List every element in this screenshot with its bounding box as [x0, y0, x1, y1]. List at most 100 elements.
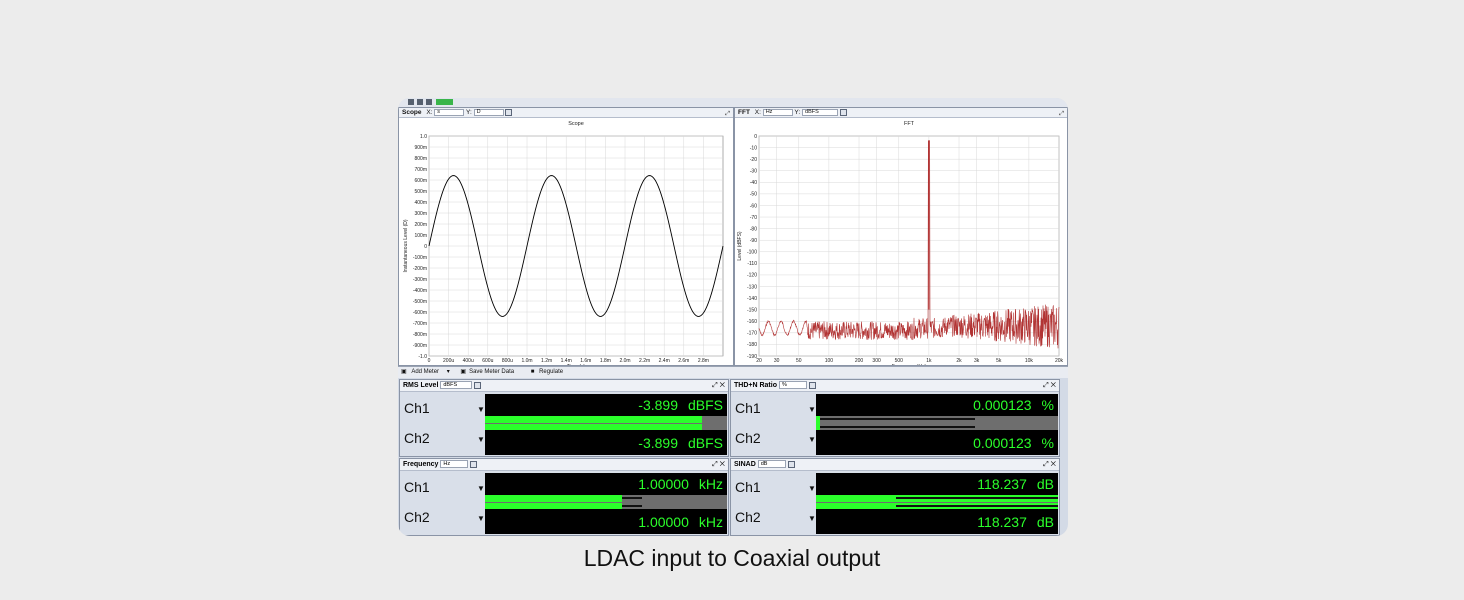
meter-title: Frequency — [403, 461, 439, 468]
scope-x-label: X: — [426, 109, 433, 116]
save-icon[interactable] — [426, 99, 432, 105]
meter-options-button[interactable] — [470, 460, 478, 468]
y-tick-label: -300m — [413, 277, 427, 283]
y-tick-label: 300m — [414, 211, 427, 217]
x-tick-label: 2.2m — [639, 358, 650, 364]
ch2-readout: 0.000123% — [973, 435, 1054, 451]
meter-unit-select[interactable]: dBFS — [440, 381, 473, 390]
ch1-value: 118.237 — [977, 476, 1027, 492]
ch1-dropdown-icon[interactable]: ▼ — [808, 484, 816, 493]
analyzer-window: Scope X: s Y: D ⤢ Scope 1.0 900m 800m 700m 60… — [398, 98, 1068, 536]
ch2-peak-marker — [820, 426, 975, 428]
x-tick-label: 10k — [1025, 358, 1034, 364]
x-tick-label: 30 — [774, 358, 780, 364]
scope-y-unit-select[interactable]: D — [473, 108, 504, 116]
scope-titlebar: Scope X: s Y: D ⤢ — [399, 108, 733, 118]
x-tick-label: 20 — [756, 358, 762, 364]
ch2-unit: % — [1041, 435, 1054, 451]
meter-title: RMS Level — [403, 382, 439, 389]
y-tick-label: -30 — [750, 169, 757, 175]
x-tick-label: 2k — [956, 358, 962, 364]
scope-title: Scope — [402, 109, 422, 116]
meter-display: 0.000123% 0.000123% — [816, 394, 1058, 455]
ch1-dropdown-icon[interactable]: ▼ — [808, 405, 816, 414]
signal-icon[interactable] — [408, 99, 414, 105]
ch2-dropdown-icon[interactable]: ▼ — [477, 514, 485, 523]
fft-x-label: X: — [754, 109, 761, 116]
y-tick-label: -600m — [413, 310, 427, 316]
ch1-label: Ch1 — [404, 400, 430, 416]
close-icon[interactable]: ⤢ ✕ — [712, 380, 725, 392]
plot-area — [758, 135, 1060, 357]
scope-y-label: Y: — [466, 109, 472, 116]
close-icon[interactable]: ⤢ ✕ — [712, 459, 725, 471]
meter-toolbar: ▣ Add Meter ▾ ▣ Save Meter Data ■ Regulat… — [398, 366, 1068, 378]
ch2-level-bar — [485, 424, 702, 430]
meter-titlebar: THD+N Ratio % ⤢ ✕ — [731, 380, 1059, 392]
settings-icon[interactable] — [417, 99, 423, 105]
ch2-label: Ch2 — [404, 430, 430, 446]
meter-options-button[interactable] — [474, 381, 482, 389]
meter-unit-select[interactable]: Hz — [440, 460, 469, 469]
x-tick-label: 2.4m — [659, 358, 670, 364]
fft-title: FFT — [738, 109, 750, 116]
chart-title: Scope — [568, 121, 584, 127]
y-tick-label: -110 — [747, 261, 757, 267]
y-tick-label: -120 — [747, 273, 757, 279]
thd-n-ratio-meter: THD+N Ratio % ⤢ ✕ Ch1 ▼ Ch2 ▼ 0.000123% … — [730, 379, 1060, 457]
meter-options-button[interactable] — [787, 460, 795, 468]
fft-options-button[interactable] — [839, 108, 847, 116]
y-tick-label: -180 — [747, 342, 757, 348]
ch2-label: Ch2 — [735, 509, 761, 525]
ch2-value: 1.00000 — [638, 514, 689, 530]
close-icon[interactable]: ⤢ ✕ — [1043, 459, 1056, 471]
ch1-dropdown-icon[interactable]: ▼ — [477, 484, 485, 493]
meter-unit-select[interactable]: dB — [757, 460, 786, 469]
x-tick-label: 50 — [796, 358, 802, 364]
regulate-button[interactable]: ■ Regulate — [531, 369, 569, 375]
ch1-readout: 1.00000 kHz — [638, 476, 723, 492]
ch2-unit: kHz — [698, 514, 723, 530]
ch1-label: Ch1 — [735, 400, 761, 416]
x-axis-label: Time (s) — [567, 364, 585, 365]
ch2-dropdown-icon[interactable]: ▼ — [808, 514, 816, 523]
fft-y-unit-select[interactable]: dBFS — [802, 108, 839, 116]
ch2-value: 118.237 — [977, 514, 1027, 530]
x-tick-label: 1.0m — [521, 358, 532, 364]
y-tick-label: 700m — [414, 167, 427, 173]
meter-title: THD+N Ratio — [734, 382, 777, 389]
ch1-value: 1.00000 — [638, 476, 689, 492]
ch2-value: 0.000123 — [973, 435, 1032, 451]
sinad-meter: SINAD dB ⤢ ✕ Ch1 ▼ Ch2 ▼ 118.237 dB 118.2… — [730, 458, 1060, 536]
ch2-level-bar — [485, 503, 622, 509]
ch1-level-bar — [485, 416, 702, 423]
y-tick-label: -1.0 — [418, 354, 427, 360]
add-meter-button[interactable]: ▣ Add Meter ▾ — [401, 369, 450, 375]
y-tick-label: -150 — [747, 307, 757, 313]
y-tick-label: -500m — [413, 299, 427, 305]
fft-panel: FFT X: Hz Y: dBFS ⤢ FFT 0 -10 -20 -30 -40 -50 -… — [734, 107, 1068, 366]
save-meter-data-button[interactable]: ▣ Save Meter Data — [460, 369, 520, 375]
y-tick-label: 100m — [414, 233, 427, 239]
ch1-dropdown-icon[interactable]: ▼ — [477, 405, 485, 414]
close-icon[interactable]: ⤢ ✕ — [1043, 380, 1056, 392]
ch2-dropdown-icon[interactable]: ▼ — [808, 435, 816, 444]
fft-x-unit-select[interactable]: Hz — [762, 108, 793, 116]
y-tick-label: -10 — [750, 145, 757, 151]
y-tick-label: 0 — [424, 244, 427, 250]
x-tick-label: 1k — [926, 358, 932, 364]
ch1-label: Ch1 — [404, 479, 430, 495]
top-toolbar — [398, 98, 1068, 107]
scope-x-unit-select[interactable]: s — [434, 108, 465, 116]
x-tick-label: 200u — [443, 358, 454, 364]
scope-options-button[interactable] — [505, 108, 513, 116]
y-tick-label: 0 — [754, 134, 757, 140]
run-button[interactable] — [436, 99, 453, 105]
ch2-dropdown-icon[interactable]: ▼ — [477, 435, 485, 444]
ch2-peak-marker — [896, 505, 1058, 507]
y-tick-label: -160 — [747, 319, 757, 325]
meter-options-button[interactable] — [808, 381, 816, 389]
meter-unit-select[interactable]: % — [778, 381, 807, 390]
y-tick-label: 400m — [414, 200, 427, 206]
x-tick-label: 100 — [825, 358, 834, 364]
